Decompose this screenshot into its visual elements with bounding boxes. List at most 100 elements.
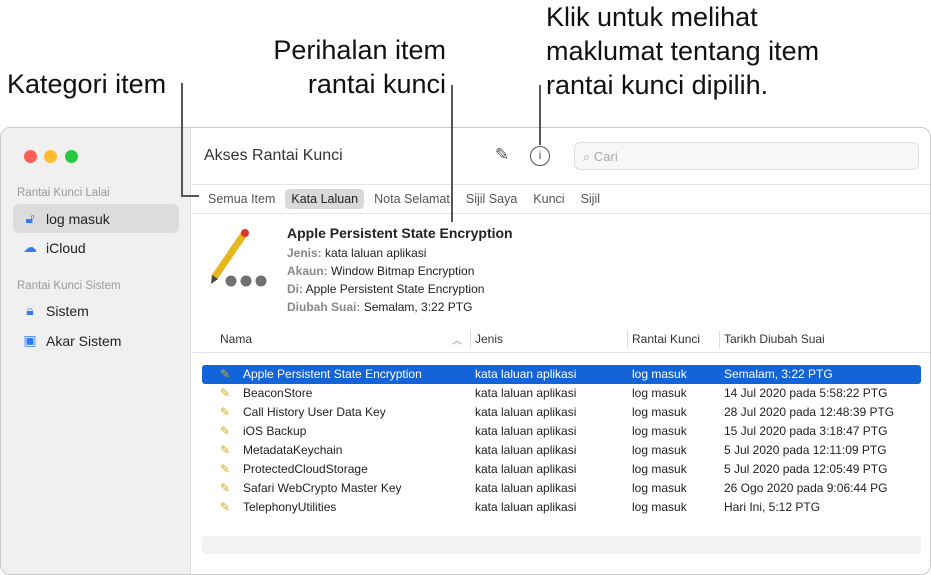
cell-date: Semalam, 3:22 PTG: [724, 367, 833, 381]
cell-name: Apple Persistent State Encryption: [243, 367, 422, 381]
account-value: Window Bitmap Encryption: [331, 264, 475, 278]
column-date-modified[interactable]: Tarikh Diubah Suai: [724, 332, 825, 346]
table-row[interactable]: ✎ BeaconStore kata laluan aplikasi log masu…: [202, 384, 921, 403]
empty-row: [202, 536, 921, 554]
tab-secure-notes[interactable]: Nota Selamat: [368, 189, 456, 209]
callout-line: Perihalan item: [273, 35, 446, 65]
tab-passwords[interactable]: Kata Laluan: [285, 189, 365, 209]
lock-icon: 🔒︎: [26, 302, 34, 318]
close-button[interactable]: [24, 150, 37, 163]
sidebar: Rantai Kunci Lalai 🔓︎ log masuk ☁︎ iCloud …: [1, 128, 191, 574]
table-row[interactable]: ✎ iOS Backup kata laluan aplikasi log masuk…: [202, 422, 921, 441]
item-name: Apple Persistent State Encryption: [287, 225, 513, 241]
cell-date: 5 Jul 2020 pada 12:11:09 PTG: [724, 443, 887, 457]
callout-line: rantai kunci: [307, 69, 446, 99]
cell-date: 5 Jul 2020 pada 12:05:49 PTG: [724, 462, 888, 476]
column-keychain[interactable]: Rantai Kunci: [632, 332, 700, 346]
category-tabs: Semua Item Kata Laluan Nota Selamat Siji…: [192, 184, 930, 214]
sidebar-item-label: Sistem: [46, 302, 89, 319]
cell-name: Call History User Data Key: [243, 405, 386, 419]
callout-info: Klik untuk melihat maklumat tentang item r…: [546, 0, 819, 102]
table-row[interactable]: ✎ TelephonyUtilities kata laluan aplikasi l…: [202, 498, 921, 517]
edit-icon[interactable]: ✎: [491, 145, 513, 167]
table-row[interactable]: ✎ ProtectedCloudStorage kata laluan aplika…: [202, 460, 921, 479]
account-label: Akaun:: [287, 264, 328, 278]
cell-kind: kata laluan aplikasi: [475, 367, 577, 381]
tab-certificates[interactable]: Sijil: [575, 189, 606, 209]
password-icon: ✎: [220, 500, 231, 514]
column-kind[interactable]: Jenis: [475, 332, 503, 346]
table-row[interactable]: ✎ Safari WebCrypto Master Key kata laluan …: [202, 479, 921, 498]
sidebar-item-system[interactable]: 🔒︎ Sistem: [13, 296, 179, 325]
search-icon: ⌕: [583, 149, 594, 164]
cell-kind: kata laluan aplikasi: [475, 443, 577, 457]
modified-label: Diubah Suai:: [287, 300, 361, 314]
keychain-window: Rantai Kunci Lalai 🔓︎ log masuk ☁︎ iCloud …: [0, 127, 931, 575]
cell-name: BeaconStore: [243, 386, 313, 400]
where-label: Di:: [287, 282, 303, 296]
cell-name: TelephonyUtilities: [243, 500, 337, 514]
search-input[interactable]: ⌕ Cari: [574, 142, 919, 170]
cell-name: Safari WebCrypto Master Key: [243, 481, 402, 495]
table-row[interactable]: ✎ Call History User Data Key kata laluan a…: [202, 403, 921, 422]
cell-kind: kata laluan aplikasi: [475, 386, 577, 400]
cell-keychain: log masuk: [632, 405, 687, 419]
callout-line: rantai kunci dipilih.: [546, 70, 769, 100]
where-value: Apple Persistent State Encryption: [305, 282, 485, 296]
cloud-icon: ☁︎: [23, 239, 37, 255]
cell-keychain: log masuk: [632, 367, 687, 381]
sidebar-item-login[interactable]: 🔓︎ log masuk: [13, 204, 179, 233]
callout-line: Klik untuk melihat: [546, 2, 758, 32]
window-title: Akses Rantai Kunci: [204, 147, 343, 164]
cell-date: 15 Jul 2020 pada 3:18:47 PTG: [724, 424, 888, 438]
search-placeholder: Cari: [593, 149, 618, 164]
sort-ascending-icon[interactable]: ︿: [452, 332, 462, 347]
cell-kind: kata laluan aplikasi: [475, 462, 577, 476]
cell-keychain: log masuk: [632, 481, 687, 495]
password-icon: ✎: [220, 481, 231, 495]
cell-name: MetadataKeychain: [243, 443, 343, 457]
password-icon: ✎: [220, 367, 231, 381]
system-root-icon: ▣: [23, 332, 37, 348]
sidebar-item-label: Akar Sistem: [46, 332, 122, 349]
section-system-keychains: Rantai Kunci Sistem: [17, 280, 121, 292]
tab-keys[interactable]: Kunci: [527, 189, 570, 209]
cell-date: 26 Ogo 2020 pada 9:06:44 PG: [724, 481, 888, 495]
table-row[interactable]: ✎ Apple Persistent State Encryption kata l…: [202, 365, 921, 384]
column-name[interactable]: Nama: [220, 332, 252, 346]
cell-date: Hari Ini, 5:12 PTG: [724, 500, 821, 514]
sidebar-item-icloud[interactable]: ☁︎ iCloud: [13, 233, 179, 262]
cell-keychain: log masuk: [632, 443, 687, 457]
item-details: Apple Persistent State Encryption Jenis:…: [287, 224, 513, 316]
cell-name: iOS Backup: [243, 424, 307, 438]
cell-keychain: log masuk: [632, 462, 687, 476]
sidebar-item-label: log masuk: [46, 210, 110, 227]
callout-details: Perihalan item rantai kunci: [262, 33, 446, 101]
minimize-button[interactable]: [44, 150, 57, 163]
cell-kind: kata laluan aplikasi: [475, 424, 577, 438]
password-icon: ✎: [220, 386, 231, 400]
sidebar-item-system-roots[interactable]: ▣ Akar Sistem: [13, 326, 179, 355]
cell-kind: kata laluan aplikasi: [475, 481, 577, 495]
tab-my-certificates[interactable]: Sijil Saya: [460, 189, 523, 209]
tab-all-items[interactable]: Semua Item: [202, 189, 281, 209]
zoom-button[interactable]: [65, 150, 78, 163]
kind-label: Jenis:: [287, 246, 322, 260]
password-icon: ✎: [220, 443, 231, 457]
cell-keychain: log masuk: [632, 500, 687, 514]
cell-name: ProtectedCloudStorage: [243, 462, 368, 476]
cell-kind: kata laluan aplikasi: [475, 500, 577, 514]
cell-date: 28 Jul 2020 pada 12:48:39 PTG: [724, 405, 895, 419]
table-header: Nama ︿ Jenis Rantai Kunci Tarikh Diubah …: [202, 328, 921, 350]
kind-value: kata laluan aplikasi: [325, 246, 427, 260]
table-row[interactable]: ✎ MetadataKeychain kata laluan aplikasi log…: [202, 441, 921, 460]
sidebar-item-label: iCloud: [46, 239, 86, 256]
unlocked-lock-icon: 🔓︎: [25, 210, 35, 226]
password-item-icon: [206, 226, 271, 291]
info-icon[interactable]: i: [530, 146, 550, 166]
password-icon: ✎: [220, 424, 231, 438]
section-default-keychains: Rantai Kunci Lalai: [17, 187, 110, 199]
callout-line: maklumat tentang item: [546, 36, 820, 66]
cell-keychain: log masuk: [632, 386, 687, 400]
modified-value: Semalam, 3:22 PTG: [363, 300, 473, 314]
